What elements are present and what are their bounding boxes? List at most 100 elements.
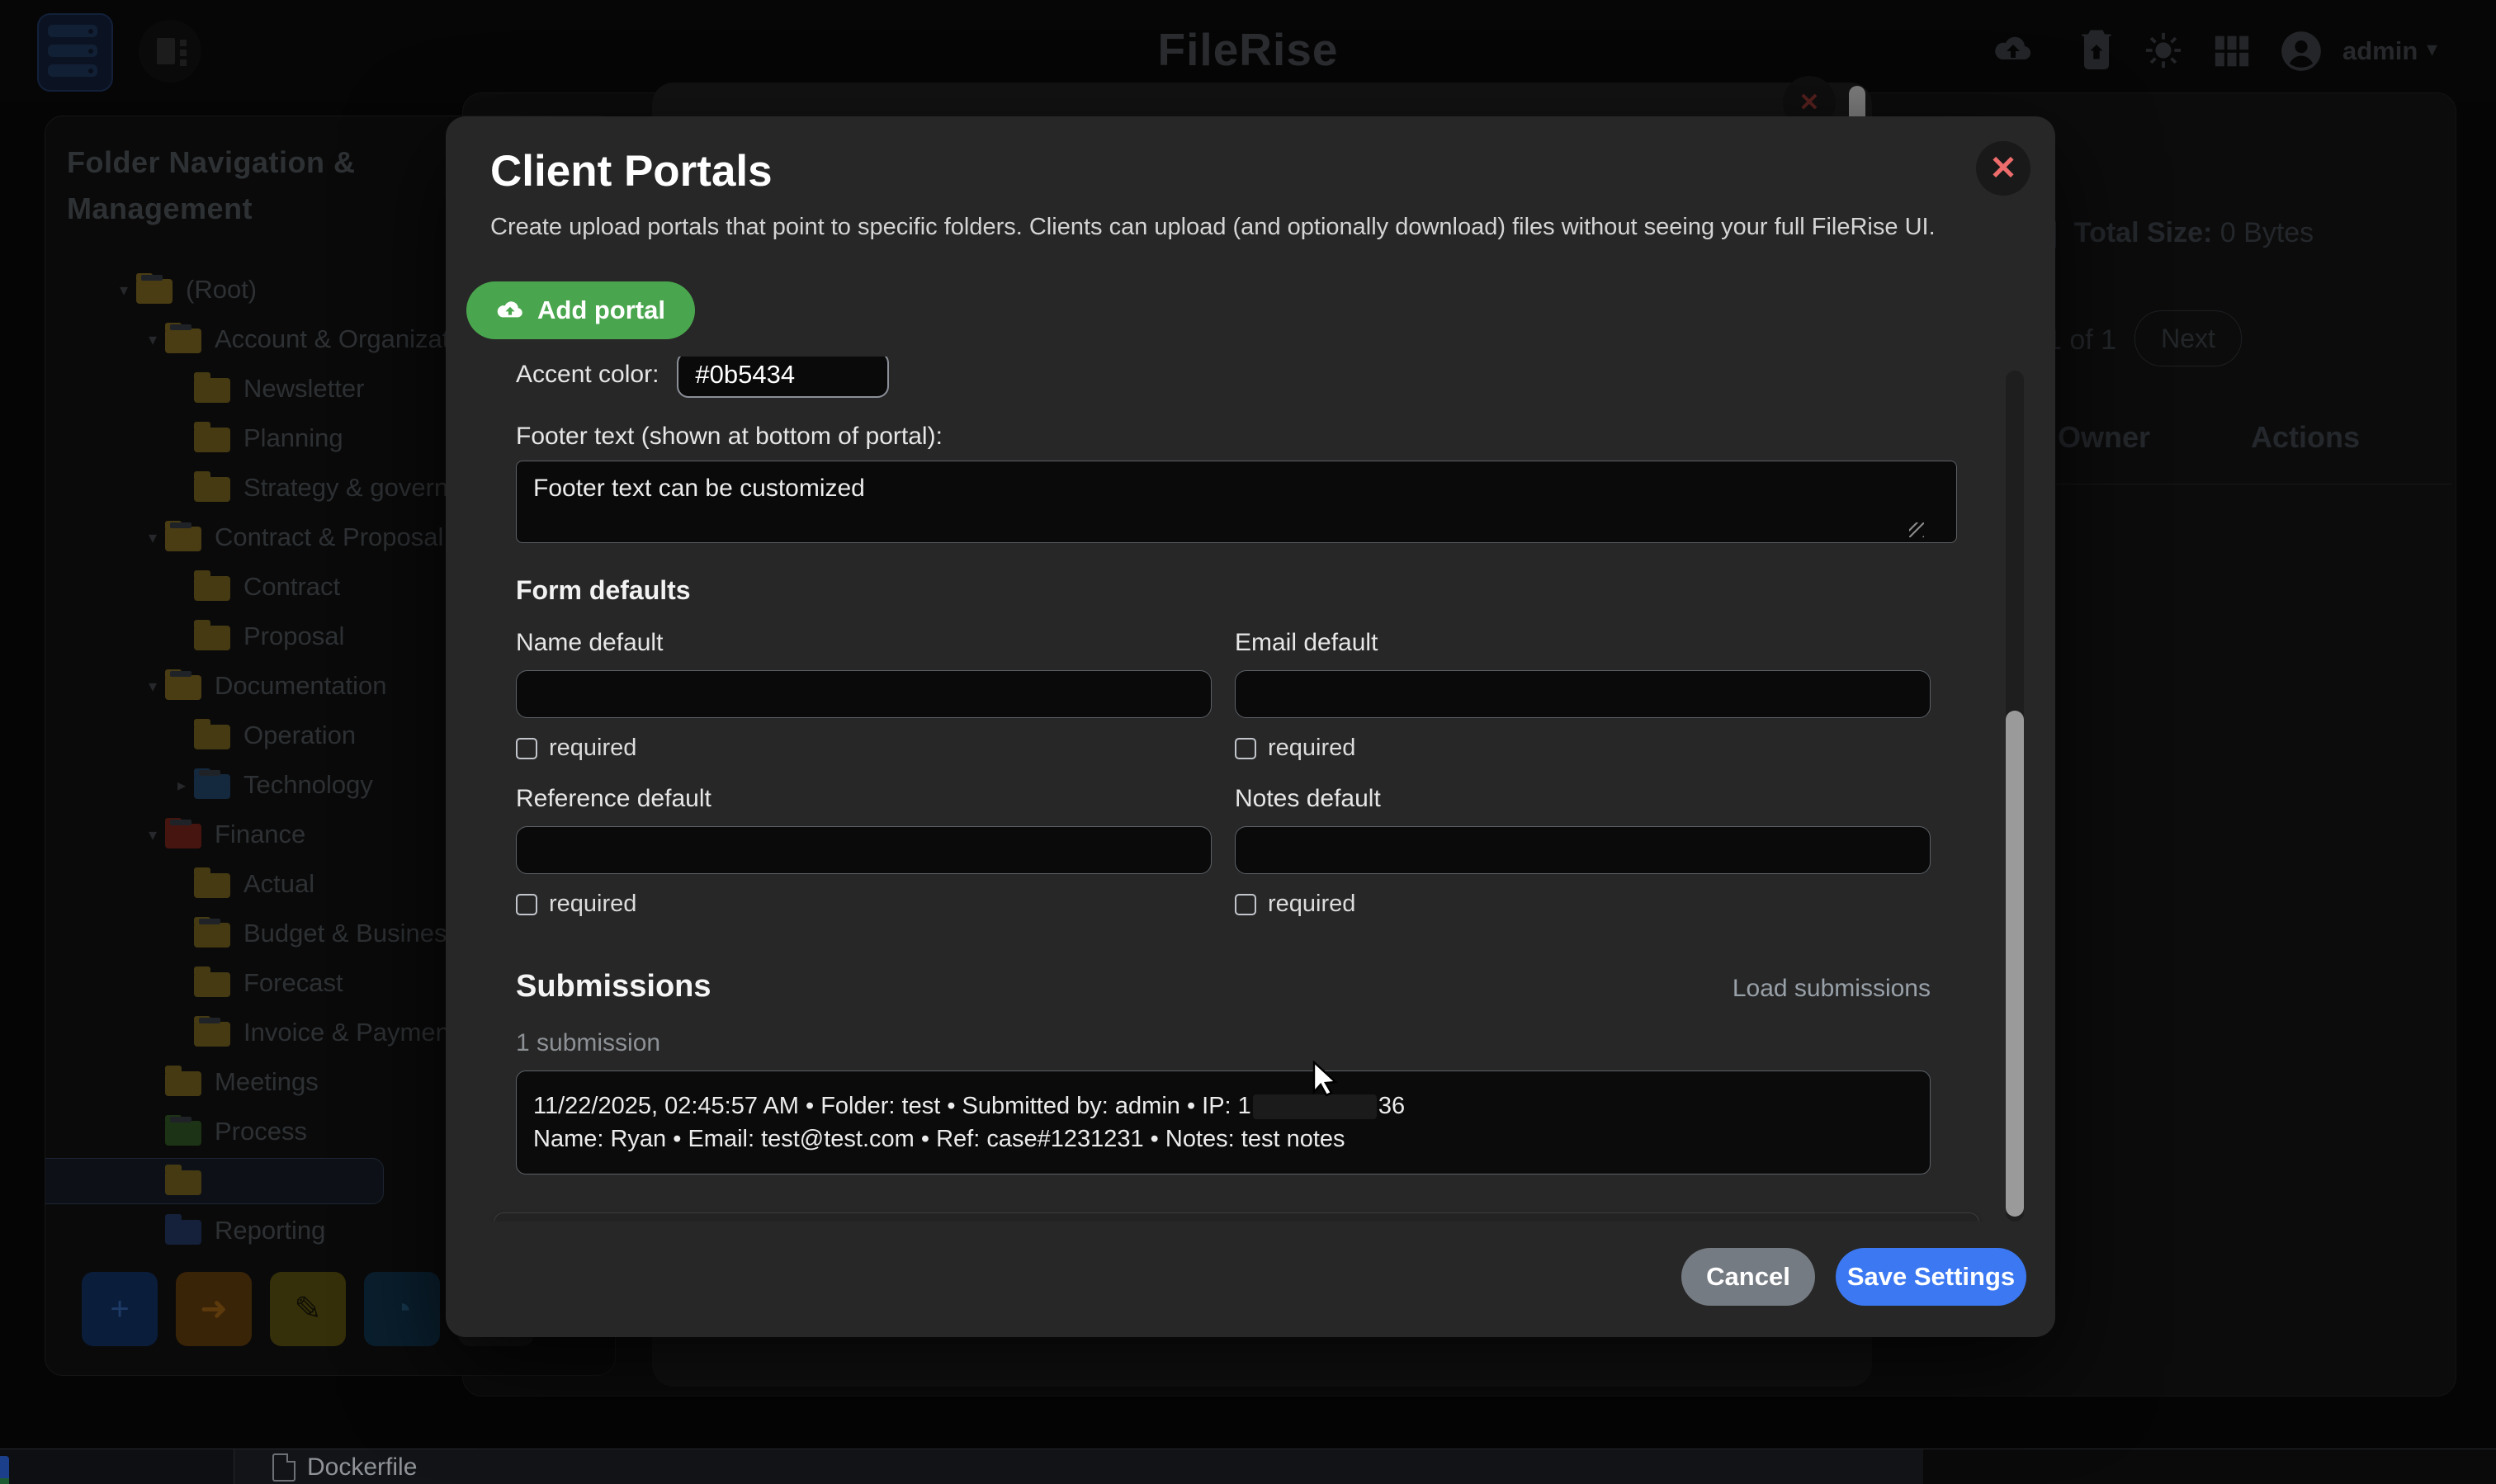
folder-shape bbox=[194, 477, 230, 502]
folder-shape bbox=[194, 972, 230, 997]
modal-scroll-area[interactable]: Accent color: Footer text (shown at bott… bbox=[473, 357, 2002, 1222]
folder-icon bbox=[165, 1166, 203, 1196]
field-label: Name default bbox=[516, 629, 1212, 657]
folder-shape bbox=[194, 1022, 230, 1047]
statusbar-right-segment bbox=[1923, 1449, 2496, 1484]
upload-cloud-icon[interactable] bbox=[1993, 33, 2033, 66]
folder-shape bbox=[194, 725, 230, 749]
folder-label: Contract bbox=[243, 572, 340, 602]
portal-row[interactable]: ▴ main test portal-h46ozd bbox=[494, 1212, 1979, 1222]
form-defaults-heading: Form defaults bbox=[516, 575, 1931, 606]
form-field-email-default: Email defaultrequired bbox=[1235, 606, 1931, 762]
form-field-name-default: Name default required bbox=[516, 606, 1212, 762]
grid-view-icon[interactable] bbox=[2214, 33, 2250, 69]
folder-icon bbox=[136, 275, 174, 305]
folder-icon bbox=[194, 572, 232, 602]
client-portals-modal: Client Portals Create upload portals tha… bbox=[446, 116, 2055, 1337]
folder-label: Projects bbox=[215, 1166, 307, 1196]
close-icon: ✕ bbox=[1989, 149, 2017, 187]
required-label: required bbox=[1268, 891, 1355, 918]
folder-shape bbox=[165, 824, 201, 848]
modal-scrollbar-track[interactable] bbox=[2006, 371, 2024, 1222]
folder-icon bbox=[194, 473, 232, 503]
user-avatar-icon[interactable] bbox=[2280, 30, 2323, 73]
user-menu-caret-icon[interactable]: ▾ bbox=[2427, 36, 2437, 62]
folder-plus-icon: + bbox=[110, 1291, 129, 1328]
required-checkbox[interactable] bbox=[1235, 738, 1256, 759]
rename-folder-button[interactable]: ✎ bbox=[270, 1272, 346, 1346]
theme-sun-icon[interactable] bbox=[2144, 31, 2182, 69]
textarea-resize-grip[interactable] bbox=[1909, 522, 1924, 537]
open-file-tab[interactable]: Dockerfile bbox=[272, 1453, 417, 1482]
folder-label: Meetings bbox=[215, 1067, 319, 1097]
field-label: Reference default bbox=[516, 785, 1212, 813]
load-submissions-link[interactable]: Load submissions bbox=[1733, 975, 1931, 1003]
create-folder-button[interactable]: + bbox=[82, 1272, 158, 1346]
tree-caret-icon[interactable]: ▾ bbox=[140, 329, 165, 350]
folder-icon bbox=[165, 522, 203, 552]
email-default-input[interactable] bbox=[1235, 670, 1931, 718]
folder-icon bbox=[194, 968, 232, 998]
folder-arrow-icon: ➜ bbox=[200, 1290, 228, 1328]
move-folder-button[interactable]: ➜ bbox=[176, 1272, 252, 1346]
add-portal-button[interactable]: Add portal bbox=[466, 281, 695, 339]
submission-meta-line: 11/22/2025, 02:45:57 AM • Folder: test •… bbox=[533, 1089, 1913, 1122]
folder-shape bbox=[165, 1170, 201, 1195]
required-label: required bbox=[549, 735, 636, 762]
submission-meta-post: 36 bbox=[1378, 1093, 1405, 1119]
folder-icon bbox=[165, 1216, 203, 1245]
tree-caret-icon[interactable]: ▾ bbox=[140, 676, 165, 697]
cancel-button[interactable]: Cancel bbox=[1681, 1248, 1815, 1306]
reference-default-input[interactable] bbox=[516, 826, 1212, 874]
mouse-cursor bbox=[1309, 1061, 1342, 1097]
folder-shape bbox=[165, 1071, 201, 1096]
folder-label: Actual bbox=[243, 869, 314, 899]
modal-scrollbar-thumb[interactable] bbox=[2006, 711, 2024, 1217]
modal-close-button[interactable]: ✕ bbox=[1976, 141, 2030, 196]
submissions-heading: Submissions bbox=[516, 969, 711, 1004]
tree-caret-icon[interactable]: ▸ bbox=[169, 775, 194, 796]
folder-icon bbox=[165, 324, 203, 354]
folder-icon bbox=[194, 919, 232, 948]
statusbar-accent-green bbox=[0, 1478, 9, 1484]
tree-caret-icon[interactable]: ▾ bbox=[140, 825, 165, 845]
folder-label: Technology bbox=[243, 770, 373, 800]
next-page-button[interactable]: Next bbox=[2134, 310, 2242, 366]
folder-color-button[interactable]: ◔ bbox=[364, 1272, 440, 1346]
pencil-icon: ✎ bbox=[294, 1290, 322, 1328]
accent-color-label: Accent color: bbox=[516, 361, 659, 389]
required-label: required bbox=[1268, 735, 1355, 762]
required-checkbox[interactable] bbox=[1235, 894, 1256, 915]
required-checkbox[interactable] bbox=[516, 738, 537, 759]
folder-shape bbox=[194, 626, 230, 650]
tree-caret-icon[interactable]: ▾ bbox=[111, 280, 136, 300]
column-header-owner[interactable]: Owner bbox=[2058, 420, 2150, 455]
folder-label: Finance bbox=[215, 820, 305, 849]
folder-label: (Root) bbox=[186, 275, 257, 305]
app-title: FileRise bbox=[0, 23, 2496, 76]
tree-caret-icon[interactable]: ▾ bbox=[140, 527, 165, 548]
user-name-label[interactable]: admin bbox=[2342, 36, 2418, 66]
sidebar-item-projects[interactable]: Projects bbox=[45, 1156, 615, 1206]
folder-label: Process bbox=[215, 1117, 307, 1146]
file-icon bbox=[272, 1453, 295, 1482]
save-settings-button[interactable]: Save Settings bbox=[1836, 1248, 2026, 1306]
name-default-input[interactable] bbox=[516, 670, 1212, 718]
form-field-reference-default: Reference defaultrequired bbox=[516, 762, 1212, 918]
accent-color-input[interactable] bbox=[677, 357, 889, 398]
folder-shape bbox=[194, 923, 230, 948]
folder-icon bbox=[194, 770, 232, 800]
folder-label: Forecast bbox=[243, 968, 343, 998]
folder-shape bbox=[194, 774, 230, 799]
footer-text-textarea[interactable] bbox=[516, 461, 1957, 543]
sidebar-heading: Folder Navigation & Management bbox=[67, 139, 414, 232]
form-defaults-grid: Name defaultrequiredEmail defaultrequire… bbox=[516, 606, 1931, 918]
folder-icon bbox=[194, 621, 232, 651]
required-checkbox[interactable] bbox=[516, 894, 537, 915]
notes-default-input[interactable] bbox=[1235, 826, 1931, 874]
folder-shape bbox=[194, 378, 230, 403]
folder-label: Account & Organization bbox=[215, 324, 484, 354]
folder-icon bbox=[194, 869, 232, 899]
ip-redaction bbox=[1253, 1094, 1377, 1119]
trash-icon[interactable] bbox=[2080, 28, 2113, 69]
